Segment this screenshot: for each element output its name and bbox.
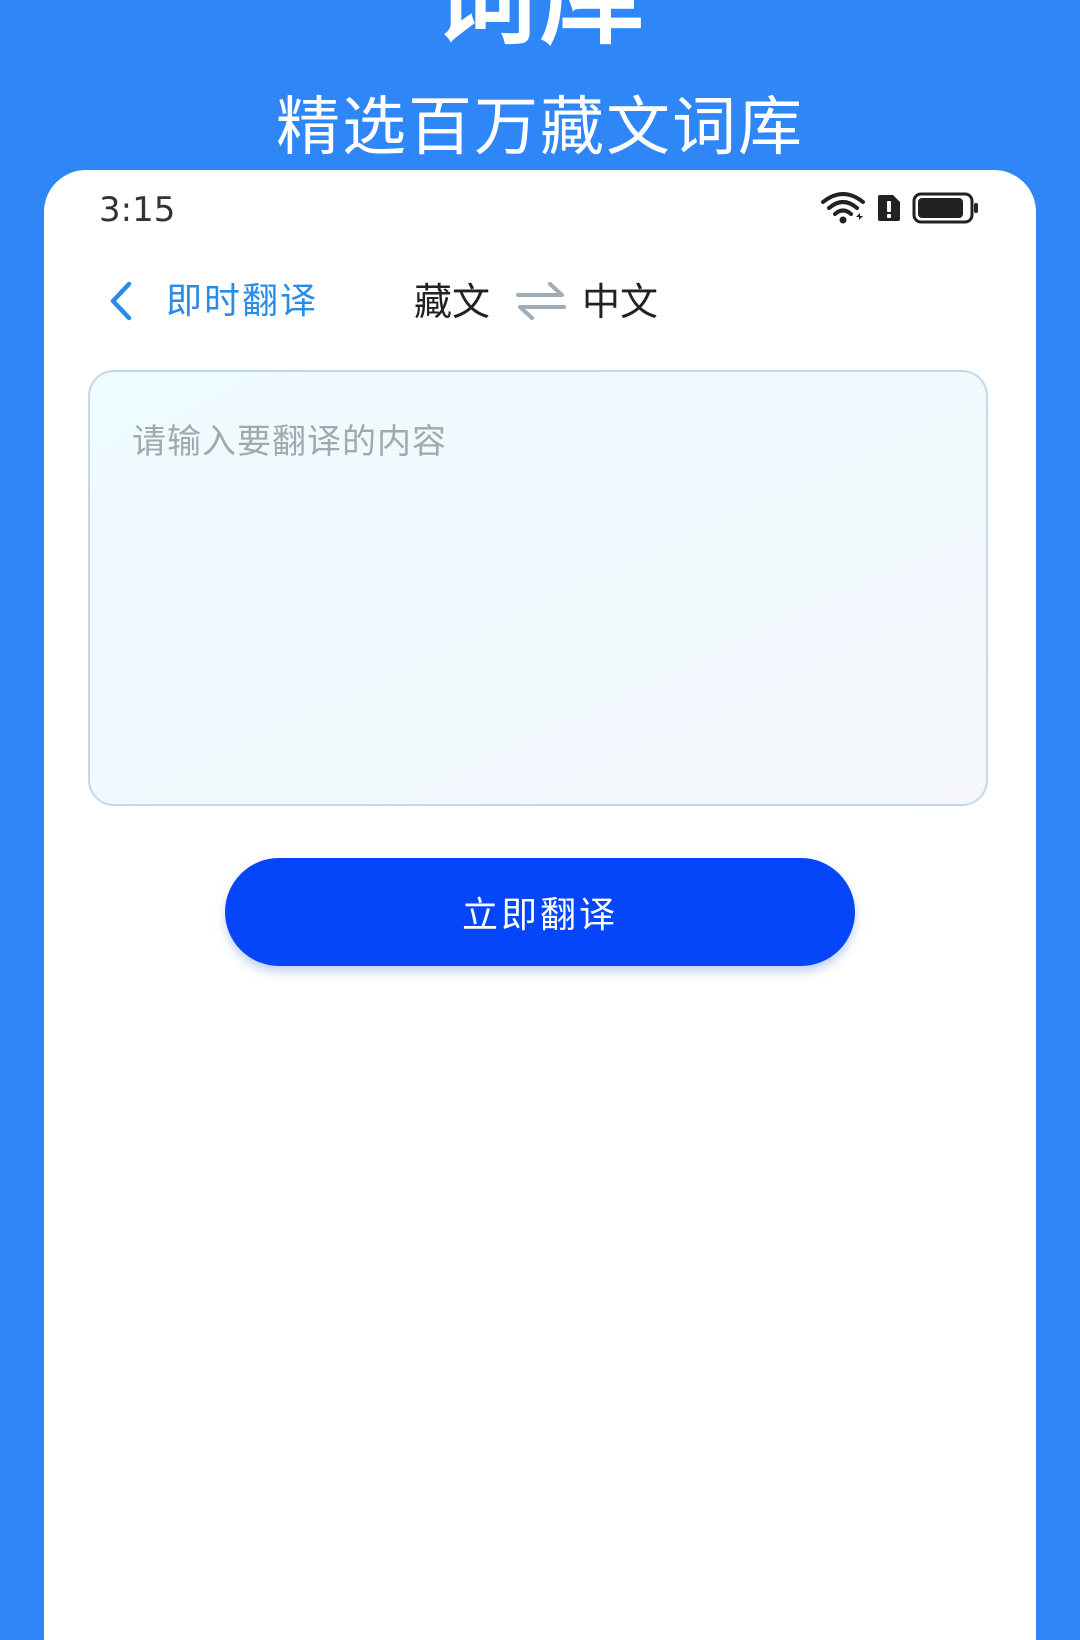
promo-title: 词库 — [0, 0, 1080, 58]
page-title: 即时翻译 — [166, 281, 319, 322]
wifi-icon — [821, 192, 865, 224]
swap-arrows-icon[interactable] — [514, 276, 568, 326]
nav-bar: 即时翻译 藏文 中文 — [44, 270, 1036, 334]
back-button[interactable] — [96, 276, 146, 326]
translation-input[interactable] — [90, 372, 986, 804]
status-time: 3:15 — [99, 190, 176, 230]
translation-input-box — [88, 370, 988, 806]
alert-icon — [878, 195, 900, 221]
status-icons — [820, 188, 980, 228]
phone-screen: 3:15 即时翻译 藏文 中文 请输入要翻译的内容 立即翻译 — [44, 170, 1036, 1640]
translate-button[interactable]: 立即翻译 — [225, 858, 855, 966]
source-language[interactable]: 藏文 — [414, 278, 490, 326]
target-language[interactable]: 中文 — [582, 278, 658, 326]
chevron-left-icon — [110, 281, 132, 321]
promo-subtitle: 精选百万藏文词库 — [276, 91, 804, 165]
battery-icon — [912, 192, 978, 224]
